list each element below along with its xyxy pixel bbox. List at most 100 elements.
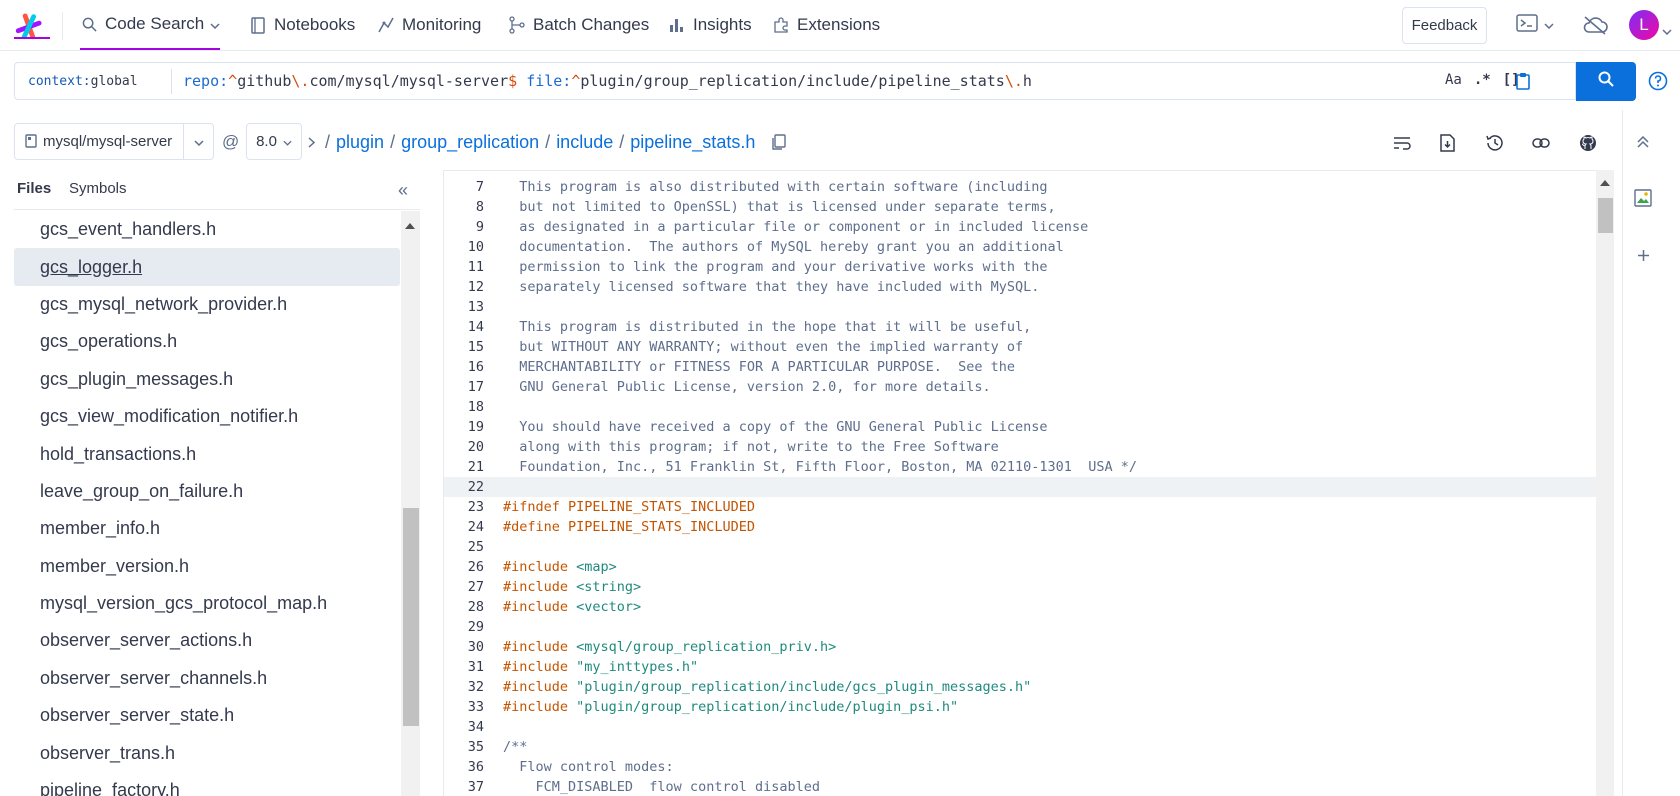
copy-path-icon[interactable]: [771, 134, 787, 151]
repo-dropdown-button[interactable]: [183, 124, 213, 159]
code-line[interactable]: 11 permission to link the program and yo…: [444, 257, 1596, 277]
nav-extensions[interactable]: Extensions: [772, 0, 880, 50]
help-icon[interactable]: [1648, 71, 1668, 91]
line-number[interactable]: 33: [444, 699, 484, 715]
code-line[interactable]: 22: [444, 477, 1596, 497]
code-line[interactable]: 36 Flow control modes:: [444, 757, 1596, 777]
line-number[interactable]: 16: [444, 359, 484, 375]
code-line[interactable]: 16 MERCHANTABILITY or FITNESS FOR A PART…: [444, 357, 1596, 377]
line-number[interactable]: 32: [444, 679, 484, 695]
code-line[interactable]: 7 This program is also distributed with …: [444, 177, 1596, 197]
code-line[interactable]: 20 along with this program; if not, writ…: [444, 437, 1596, 457]
code-line[interactable]: 32 #include "plugin/group_replication/inc…: [444, 677, 1596, 697]
file-tree-item[interactable]: observer_server_state.h: [14, 697, 400, 734]
image-icon[interactable]: [1633, 188, 1653, 208]
breadcrumb-segment[interactable]: plugin: [336, 132, 384, 153]
search-context[interactable]: context:global: [28, 74, 138, 89]
line-number[interactable]: 37: [444, 779, 484, 795]
user-avatar[interactable]: L: [1629, 10, 1659, 40]
scroll-up-arrow-icon[interactable]: [405, 223, 415, 229]
code-line[interactable]: 17 GNU General Public License, version 2…: [444, 377, 1596, 397]
line-number[interactable]: 24: [444, 519, 484, 535]
line-number[interactable]: 34: [444, 719, 484, 735]
line-number[interactable]: 26: [444, 559, 484, 575]
file-tree-item[interactable]: hold_transactions.h: [14, 435, 400, 472]
nav-insights[interactable]: Insights: [668, 0, 752, 50]
line-number[interactable]: 30: [444, 639, 484, 655]
file-tree-item[interactable]: gcs_event_handlers.h: [14, 211, 400, 248]
file-tree-item[interactable]: gcs_mysql_network_provider.h: [14, 286, 400, 323]
line-number[interactable]: 29: [444, 619, 484, 635]
file-tree-item[interactable]: leave_group_on_failure.h: [14, 473, 400, 510]
add-icon[interactable]: [1633, 245, 1653, 265]
code-line[interactable]: 24 #define PIPELINE_STATS_INCLUDED: [444, 517, 1596, 537]
search-submit-button[interactable]: [1576, 62, 1636, 101]
file-tree-item[interactable]: observer_server_actions.h: [14, 622, 400, 659]
line-number[interactable]: 21: [444, 459, 484, 475]
code-line[interactable]: 27 #include <string>: [444, 577, 1596, 597]
nav-batch-changes[interactable]: Batch Changes: [508, 0, 649, 50]
search-input[interactable]: context:global repo:^github\.com/mysql/m…: [14, 62, 1576, 100]
code-line[interactable]: 21 Foundation, Inc., 51 Franklin St, Fif…: [444, 457, 1596, 477]
chevron-down-icon[interactable]: [1662, 22, 1672, 40]
line-number[interactable]: 35: [444, 739, 484, 755]
file-tree-item[interactable]: observer_trans.h: [14, 734, 400, 771]
download-file-icon[interactable]: [1440, 132, 1455, 154]
code-line[interactable]: 18: [444, 397, 1596, 417]
line-number[interactable]: 9: [444, 219, 484, 235]
code-scrollbar[interactable]: [1596, 170, 1614, 796]
nav-notebooks[interactable]: Notebooks: [249, 0, 355, 50]
code-line[interactable]: 37 FCM_DISABLED flow control disabled: [444, 777, 1596, 796]
file-tree-item[interactable]: mysql_version_gcs_protocol_map.h: [14, 585, 400, 622]
code-line[interactable]: 29: [444, 617, 1596, 637]
wrap-lines-icon[interactable]: [1393, 132, 1411, 154]
feedback-button[interactable]: Feedback: [1402, 7, 1487, 44]
terminal-menu-button[interactable]: [1516, 12, 1554, 38]
repo-selector[interactable]: mysql/mysql-server: [14, 123, 214, 160]
revision-selector[interactable]: 8.0: [246, 123, 302, 160]
file-tree-item[interactable]: gcs_operations.h: [14, 323, 400, 360]
line-number[interactable]: 14: [444, 319, 484, 335]
line-number[interactable]: 12: [444, 279, 484, 295]
breadcrumb-segment[interactable]: include: [556, 132, 613, 153]
line-number[interactable]: 15: [444, 339, 484, 355]
line-number[interactable]: 20: [444, 439, 484, 455]
code-line[interactable]: 19 You should have received a copy of th…: [444, 417, 1596, 437]
code-scrollbar-thumb[interactable]: [1598, 198, 1613, 233]
line-number[interactable]: 17: [444, 379, 484, 395]
code-line[interactable]: 34: [444, 717, 1596, 737]
line-number[interactable]: 23: [444, 499, 484, 515]
code-line[interactable]: 9 as designated in a particular file or …: [444, 217, 1596, 237]
line-number[interactable]: 28: [444, 599, 484, 615]
clipboard-icon[interactable]: [1515, 72, 1531, 94]
line-number[interactable]: 27: [444, 579, 484, 595]
line-number[interactable]: 19: [444, 419, 484, 435]
code-line[interactable]: 15 but WITHOUT ANY WARRANTY; without eve…: [444, 337, 1596, 357]
code-line[interactable]: 13: [444, 297, 1596, 317]
file-tree-item[interactable]: gcs_view_modification_notifier.h: [14, 398, 400, 435]
line-number[interactable]: 25: [444, 539, 484, 555]
code-line[interactable]: 14 This program is distributed in the ho…: [444, 317, 1596, 337]
code-line[interactable]: 33 #include "plugin/group_replication/inc…: [444, 697, 1596, 717]
collapse-sidebar-icon[interactable]: «: [398, 180, 408, 201]
file-tree-item-selected[interactable]: gcs_logger.h: [14, 248, 400, 286]
code-line[interactable]: 31 #include "my_inttypes.h": [444, 657, 1596, 677]
line-number[interactable]: 11: [444, 259, 484, 275]
line-number[interactable]: 10: [444, 239, 484, 255]
tab-symbols[interactable]: Symbols: [69, 180, 127, 197]
collapse-up-icon[interactable]: [1633, 132, 1653, 152]
line-number[interactable]: 7: [444, 179, 484, 195]
file-tree-item[interactable]: gcs_plugin_messages.h: [14, 361, 400, 398]
regex-toggle[interactable]: .*: [1474, 72, 1491, 88]
code-line[interactable]: 10 documentation. The authors of MySQL h…: [444, 237, 1596, 257]
line-number[interactable]: 18: [444, 399, 484, 415]
link-icon[interactable]: [1532, 132, 1550, 154]
code-line[interactable]: 30 #include <mysql/group_replication_priv…: [444, 637, 1596, 657]
file-tree-item[interactable]: observer_server_channels.h: [14, 660, 400, 697]
sidebar-scrollbar-thumb[interactable]: [403, 508, 419, 726]
line-number[interactable]: 13: [444, 299, 484, 315]
breadcrumb-current-file[interactable]: pipeline_stats.h: [630, 132, 755, 153]
line-number[interactable]: 22: [444, 479, 484, 495]
code-line[interactable]: 12 separately licensed software that the…: [444, 277, 1596, 297]
case-sensitive-toggle[interactable]: Aa: [1445, 72, 1462, 88]
